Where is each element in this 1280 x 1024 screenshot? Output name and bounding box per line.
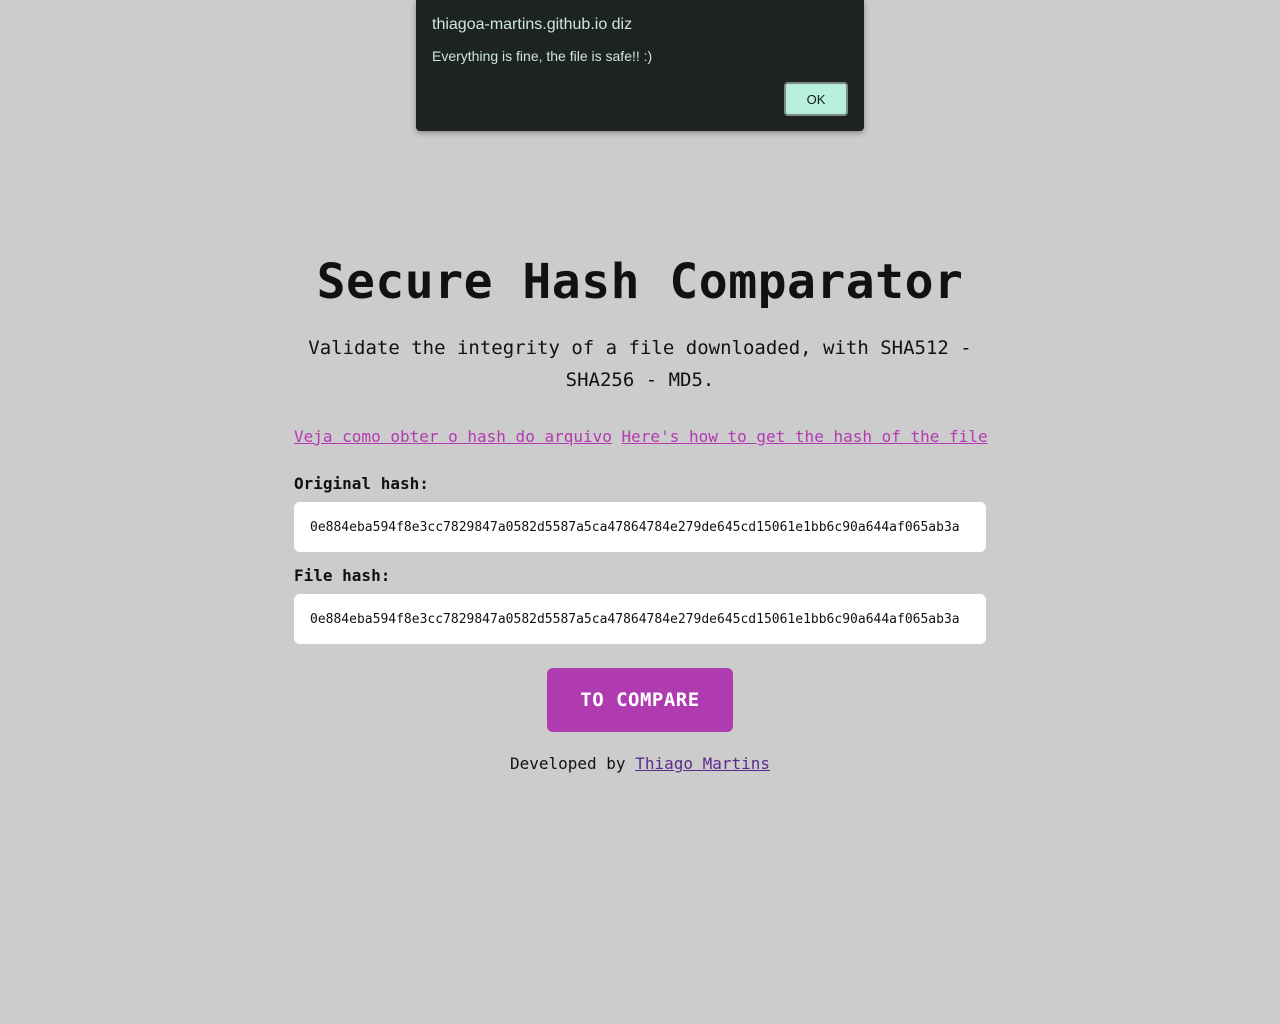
footer-prefix: Developed by [509,754,626,773]
compare-button[interactable]: TO COMPARE [547,668,733,732]
file-hash-label: File hash: [294,566,391,585]
help-links: Veja como obter o hash do arquivo Here's… [294,426,988,448]
original-hash-input[interactable] [294,502,986,552]
alert-ok-button[interactable]: OK [784,82,848,116]
original-hash-label: Original hash: [294,474,429,493]
page-subtitle: Validate the integrity of a file downloa… [308,337,972,391]
main-content: Secure Hash Comparator Validate the inte… [294,250,988,774]
page-title: Secure Hash Comparator [316,254,964,310]
file-hash-input[interactable] [294,594,986,644]
help-link-portuguese[interactable]: Veja como obter o hash do arquivo [294,427,612,446]
author-link[interactable]: Thiago Martins [635,754,770,773]
page: Secure Hash Comparator Validate the inte… [0,0,1280,1024]
help-link-english[interactable]: Here's how to get the hash of the file [622,427,988,446]
alert-title: thiagoa-martins.github.io diz [432,16,633,33]
alert-dialog: thiagoa-martins.github.io diz Everything… [416,0,864,131]
footer: Developed by Thiago Martins [294,754,986,774]
alert-message: Everything is fine, the file is safe!! :… [432,48,653,64]
